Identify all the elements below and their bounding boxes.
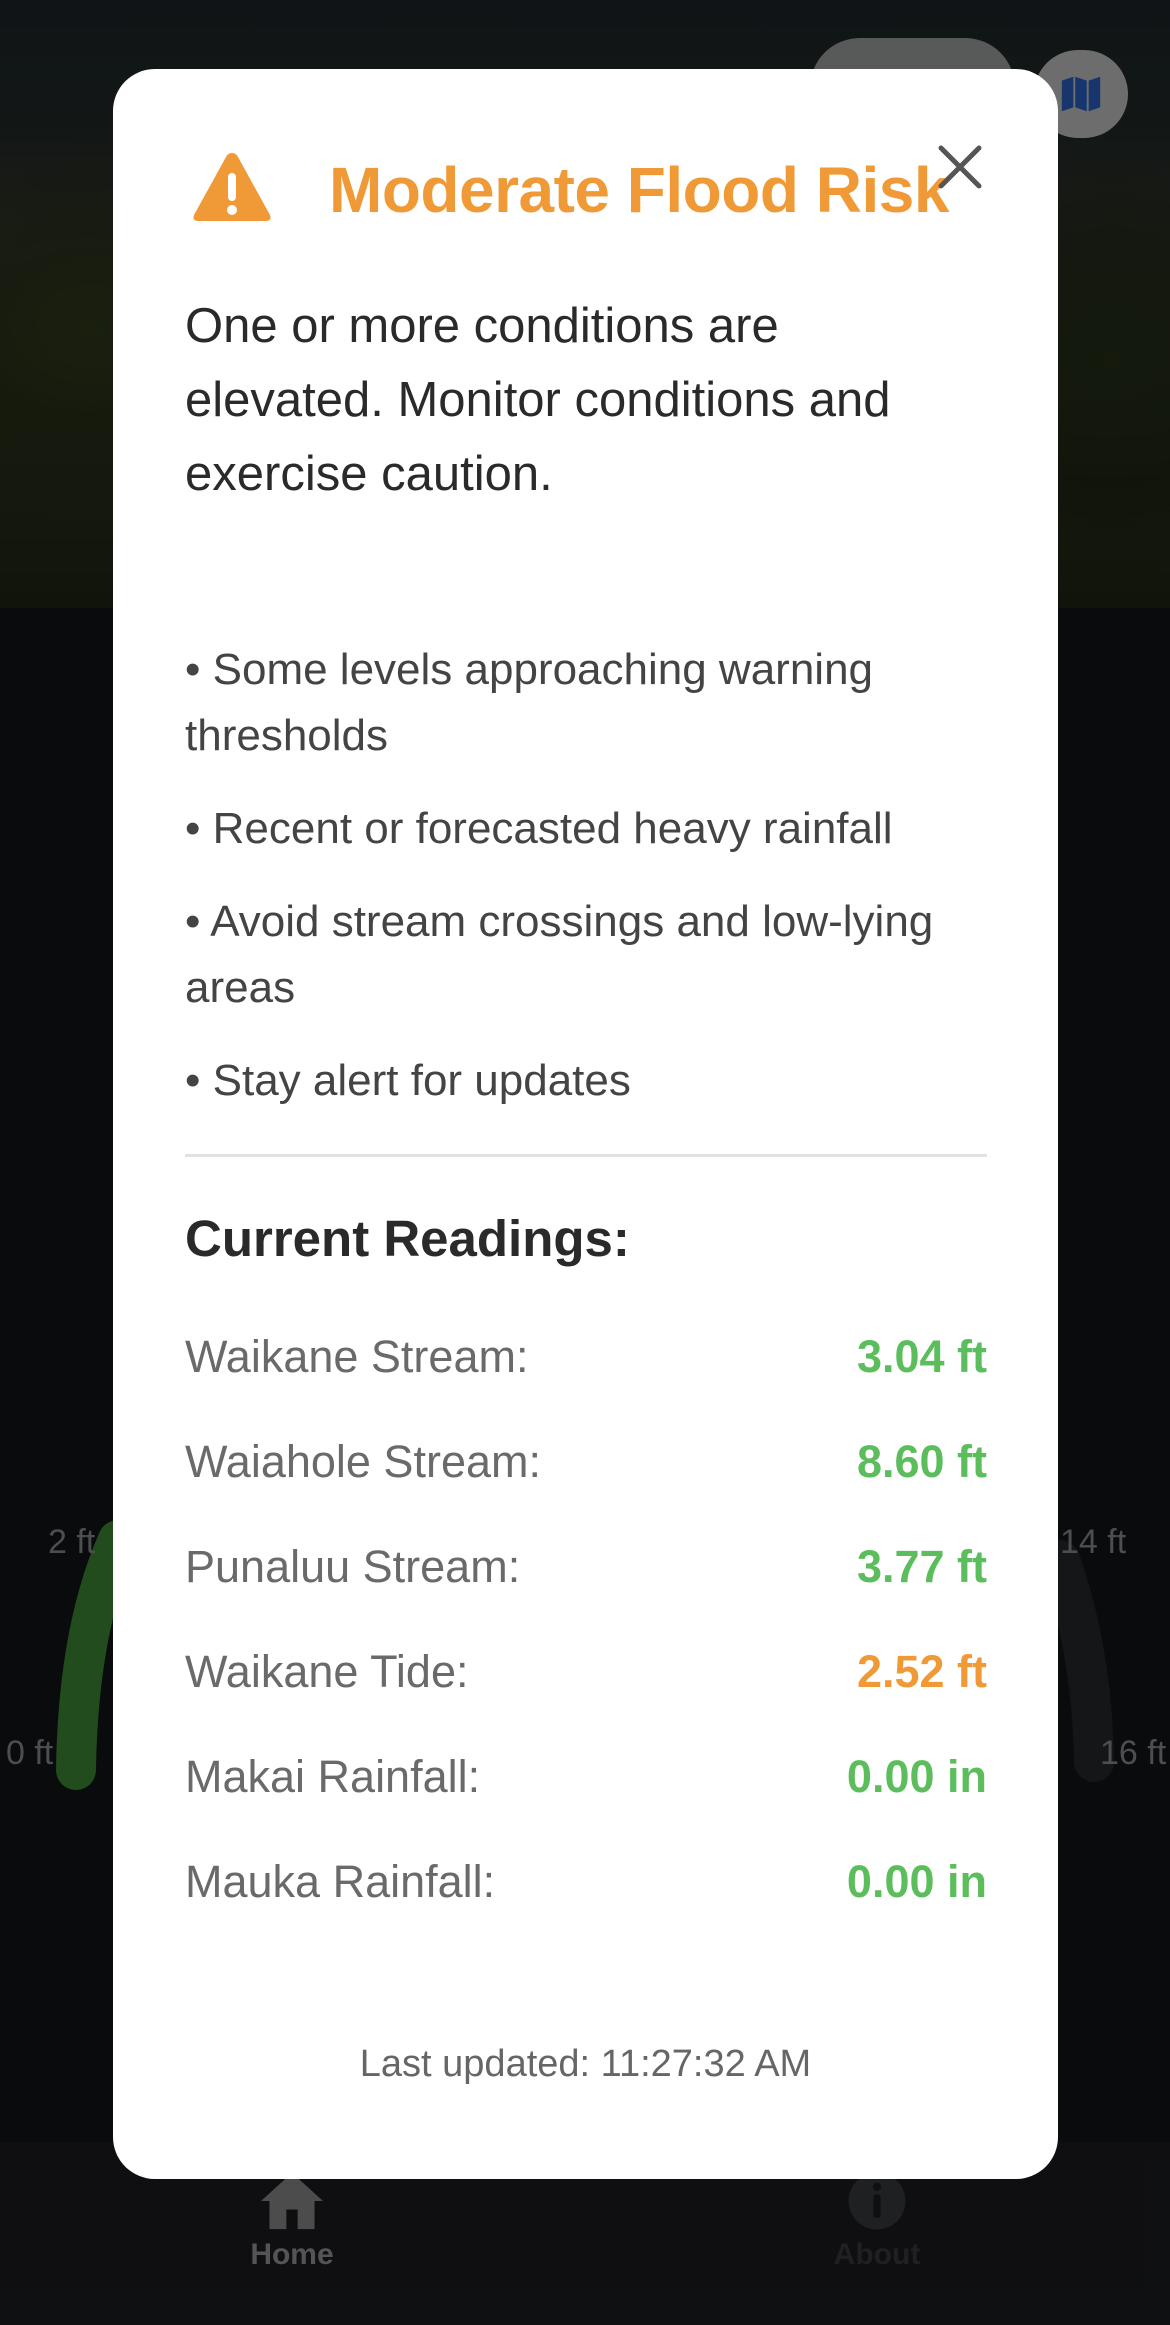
reading-row-waikane-stream: Waikane Stream: 3.04 ft: [185, 1331, 987, 1436]
modal-header: Moderate Flood Risk: [191, 149, 1021, 269]
reading-name: Makai Rainfall:: [185, 1751, 481, 1802]
reading-name: Waikane Tide:: [185, 1646, 469, 1697]
reading-value: 3.77 ft: [856, 1541, 987, 1592]
reading-row-waikane-tide: Waikane Tide: 2.52 ft: [185, 1646, 987, 1751]
reading-row-punaluu-stream: Punaluu Stream: 3.77 ft: [185, 1541, 987, 1646]
reading-value: 3.04 ft: [856, 1331, 987, 1382]
divider: [185, 1154, 987, 1157]
risk-summary: One or more conditions are elevated. Mon…: [185, 299, 891, 501]
advice-list: • Some levels approaching warning thresh…: [185, 637, 985, 1141]
reading-value: 8.60 ft: [856, 1436, 987, 1487]
reading-row-waiahole-stream: Waiahole Stream: 8.60 ft: [185, 1436, 987, 1541]
close-icon[interactable]: [935, 142, 985, 192]
modal-title: Moderate Flood Risk: [329, 154, 949, 226]
readings-title: Current Readings:: [185, 1210, 630, 1267]
reading-name: Punaluu Stream:: [185, 1541, 521, 1592]
reading-row-mauka-rainfall: Mauka Rainfall: 0.00 in: [185, 1856, 987, 1961]
list-item: • Avoid stream crossings and low-lying a…: [185, 897, 934, 1012]
reading-value: 0.00 in: [846, 1856, 987, 1907]
app-screen: 2 ft 0 ft 14 ft 16 ft Home About Moderat…: [0, 0, 1170, 2325]
readings-list: Waikane Stream: 3.04 ft Waiahole Stream:…: [185, 1331, 987, 1961]
list-item: • Some levels approaching warning thresh…: [185, 645, 874, 760]
reading-value: 0.00 in: [846, 1751, 987, 1802]
reading-row-makai-rainfall: Makai Rainfall: 0.00 in: [185, 1751, 987, 1856]
reading-name: Waikane Stream:: [185, 1331, 529, 1382]
list-item: • Stay alert for updates: [185, 1056, 631, 1105]
list-item: • Recent or forecasted heavy rainfall: [185, 804, 893, 853]
reading-value: 2.52 ft: [856, 1646, 987, 1697]
last-updated-text: Last updated: 11:27:32 AM: [359, 2043, 812, 2085]
reading-name: Waiahole Stream:: [185, 1436, 541, 1487]
reading-name: Mauka Rainfall:: [185, 1856, 496, 1907]
warning-triangle-icon: [193, 153, 271, 221]
flood-risk-modal: Moderate Flood Risk One or more conditio…: [113, 69, 1058, 2179]
